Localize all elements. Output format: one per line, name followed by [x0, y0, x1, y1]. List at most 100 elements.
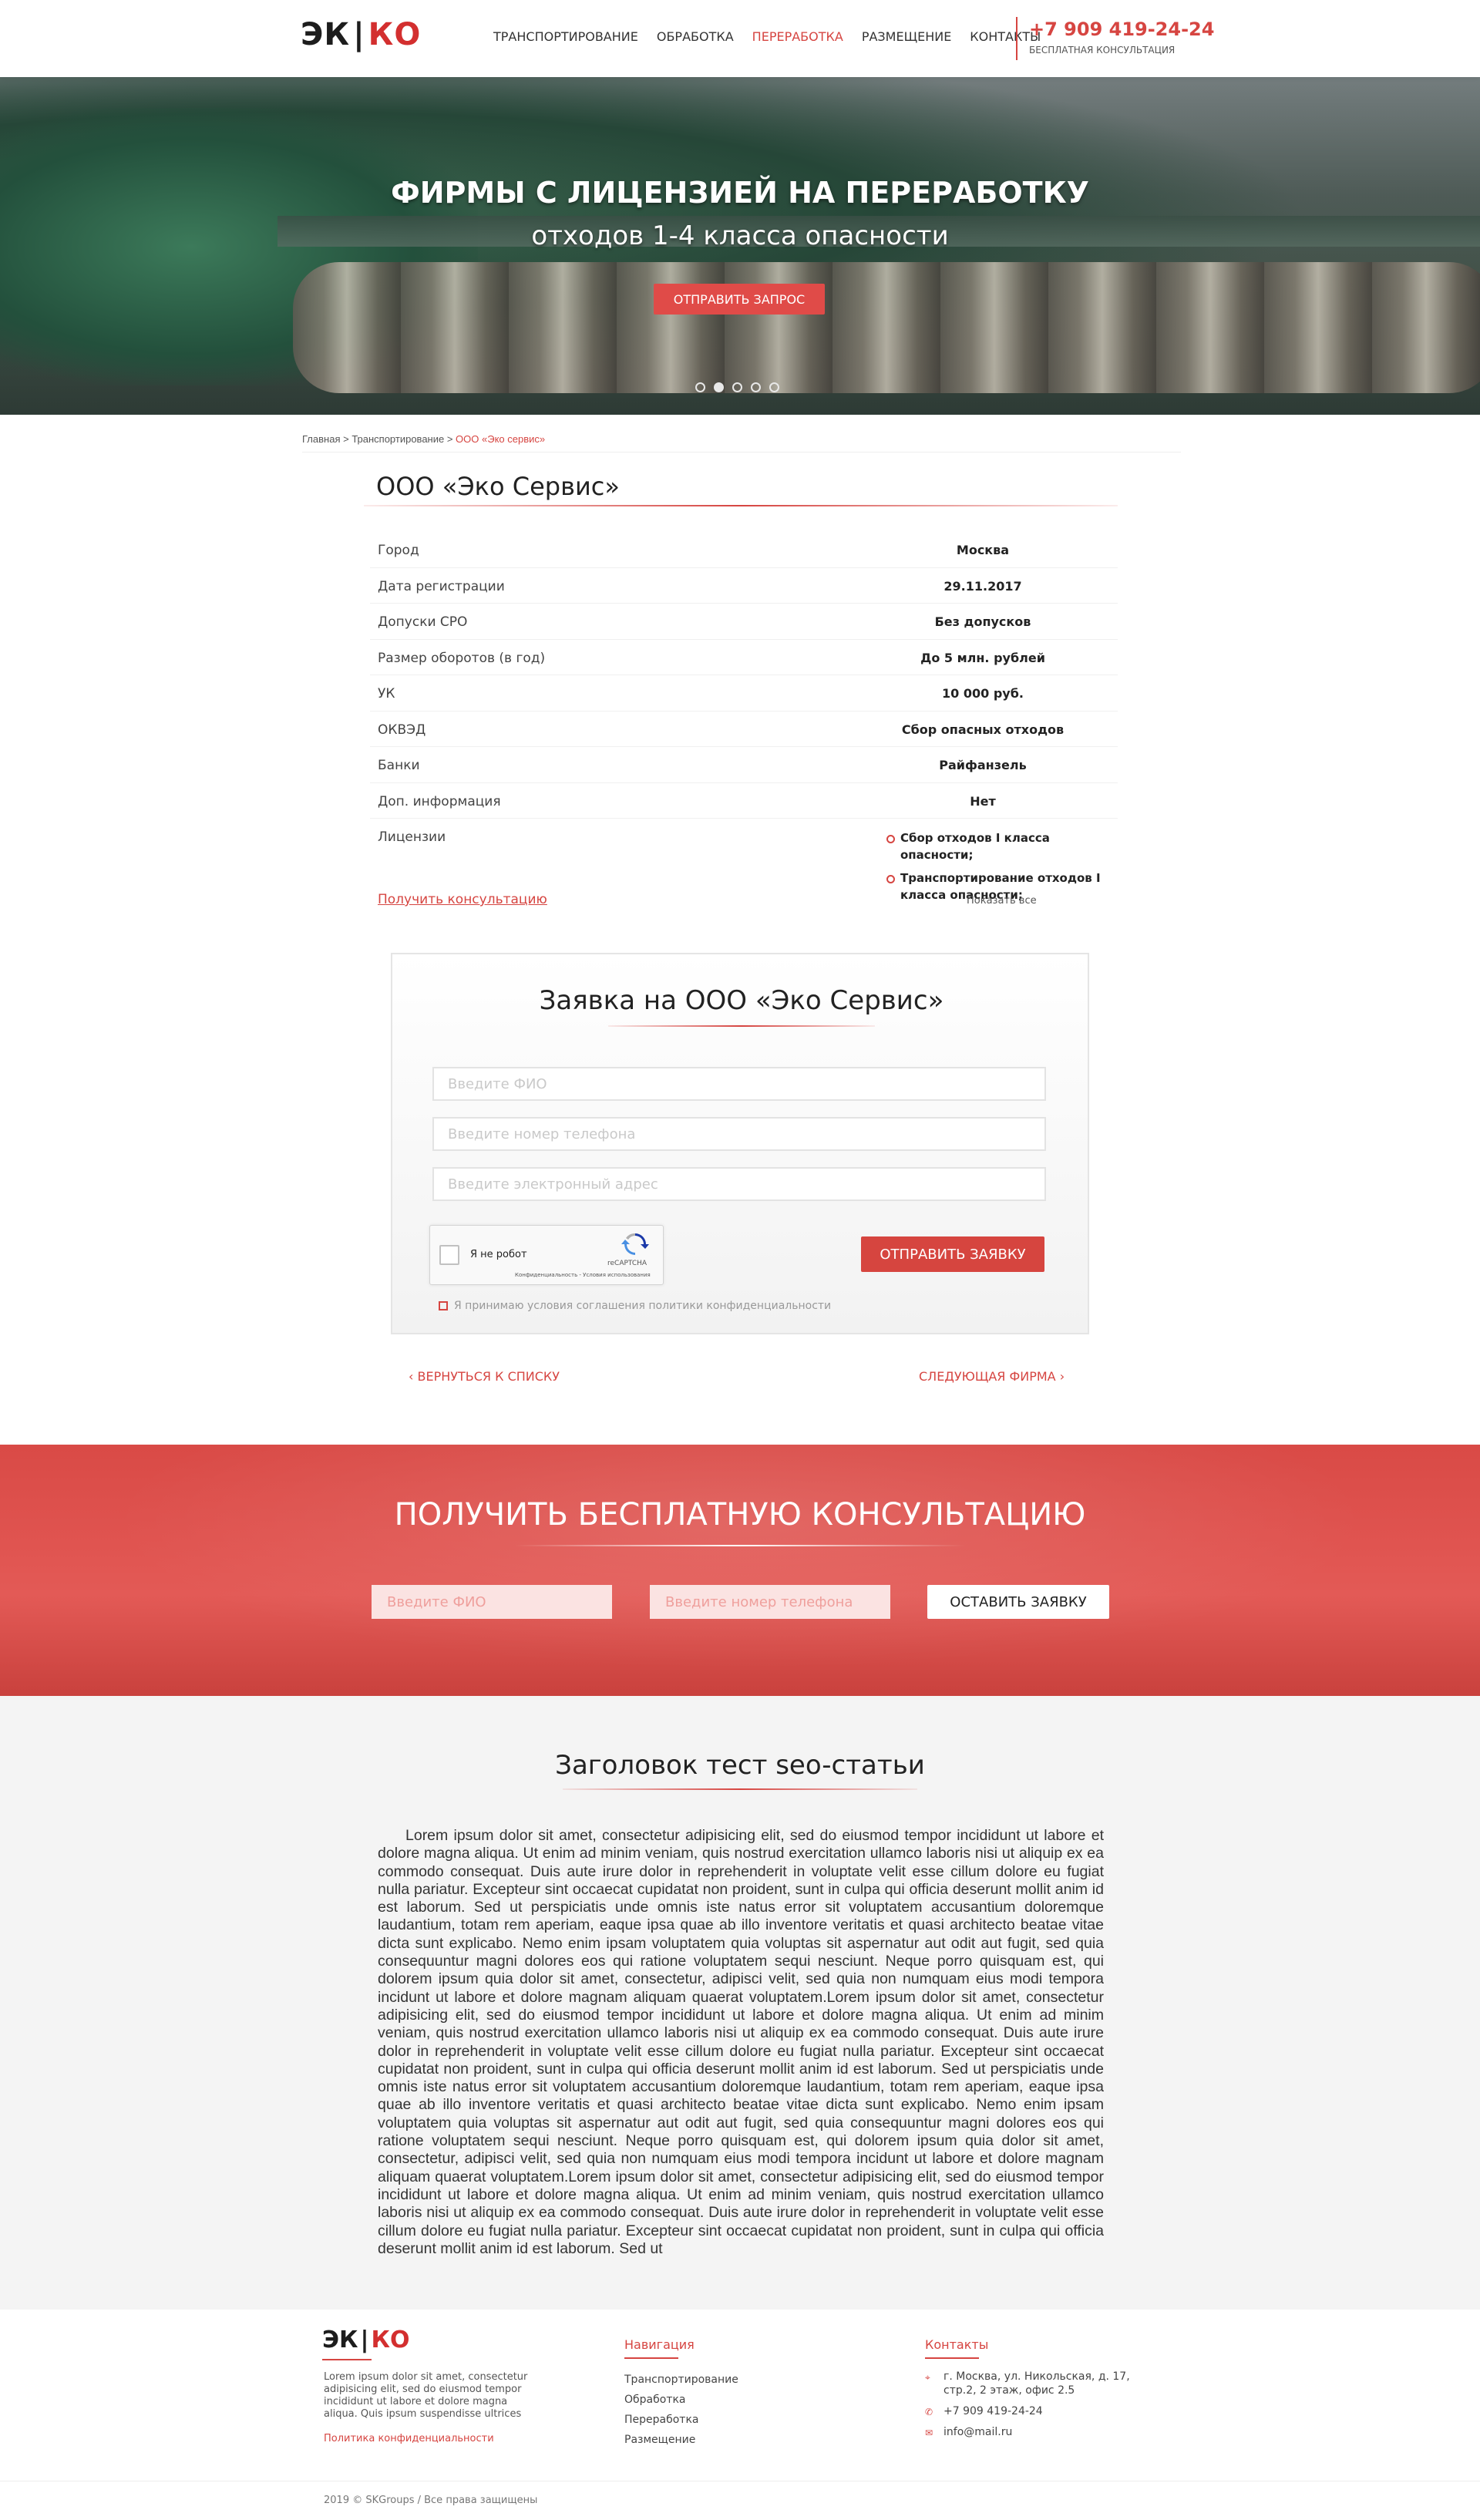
nav-item-transport[interactable]: Транспортирование [493, 29, 638, 44]
breadcrumb: Главная > Транспортирование > ООО «Эко с… [302, 433, 545, 445]
recaptcha-label: Я не робот [470, 1249, 527, 1260]
info-key: Лицензии [378, 829, 446, 845]
title-underline [563, 1788, 917, 1790]
slider-dot-active[interactable] [714, 382, 724, 392]
info-key: Доп. информация [378, 793, 501, 809]
footer-nav-item[interactable]: Транспортирование [624, 2370, 738, 2390]
info-key: Город [378, 543, 419, 558]
logo-right: КО [371, 2327, 410, 2353]
email-text: info@mail.ru [944, 2426, 1013, 2438]
info-row-extra: Доп. информация Нет [370, 783, 1118, 819]
mail-icon: ✉ [925, 2427, 933, 2438]
info-value: 10 000 руб. [942, 686, 1024, 701]
logo-left: ЭК [322, 2327, 358, 2353]
info-value: Нет [970, 793, 996, 809]
info-value: До 5 млн. рублей [920, 650, 1045, 665]
info-key: Банки [378, 758, 420, 773]
divider [302, 452, 1181, 453]
breadcrumb-separator: > [444, 433, 456, 445]
email-input[interactable] [432, 1167, 1046, 1201]
band-glow [0, 1445, 1480, 1696]
name-input[interactable] [432, 1067, 1046, 1101]
info-value: Без допусков [934, 614, 1031, 629]
info-value: Москва [956, 543, 1010, 557]
logo[interactable]: ЭК | КО [301, 17, 421, 52]
info-row-city: Город Москва [370, 532, 1118, 568]
site-footer: ЭК | КО Lorem ipsum dolor sit amet, consec… [0, 2310, 1480, 2520]
hero-subtitle: отходов 1-4 класса опасности [531, 220, 949, 251]
get-consultation-link[interactable]: Получить консультацию [378, 892, 547, 907]
hero-slider: Фирмы с лицензией на переработку отходов… [0, 77, 1480, 415]
info-row-turnover: Размер оборотов (в год) До 5 млн. рублей [370, 640, 1118, 675]
show-all-link[interactable]: Показать все [967, 895, 1037, 907]
consult-name-input[interactable] [372, 1585, 612, 1619]
recaptcha-checkbox[interactable] [439, 1245, 459, 1265]
hero-title: Фирмы с лицензией на переработку [391, 176, 1089, 210]
leave-request-button[interactable]: Оставить заявку [927, 1585, 1109, 1619]
footer-contacts-title: Контакты [925, 2337, 989, 2352]
footer-nav-item[interactable]: Размещение [624, 2430, 738, 2450]
logo-separator: | [353, 17, 365, 52]
phone-input[interactable] [432, 1117, 1046, 1151]
recaptcha-brand: reCAPTCHA [607, 1260, 648, 1267]
submit-request-button[interactable]: Отправить заявку [861, 1236, 1044, 1272]
footer-title-underline [925, 2357, 979, 2359]
checkbox-icon[interactable] [439, 1301, 448, 1310]
footer-address: ⌖ г. Москва, ул. Никольская, д. 17, стр.… [925, 2370, 1156, 2397]
breadcrumb-home[interactable]: Главная [302, 433, 340, 445]
info-row-capital: УК 10 000 руб. [370, 675, 1118, 712]
info-key: Допуски СРО [378, 614, 468, 630]
phone-text: +7 909 419-24-24 [944, 2405, 1043, 2417]
recaptcha-icon [621, 1233, 649, 1255]
back-label: Вернуться к списку [417, 1369, 560, 1384]
nav-item-recycling[interactable]: Переработка [752, 29, 843, 44]
nav-item-processing[interactable]: Обработка [657, 29, 734, 44]
copyright: 2019 © SKGroups / Все права защищены [324, 2495, 538, 2506]
slider-dot[interactable] [732, 382, 742, 392]
slider-dot[interactable] [751, 382, 761, 392]
footer-logo[interactable]: ЭК | КО [322, 2327, 410, 2353]
info-row-banks: Банки Райфанзель [370, 747, 1118, 783]
footer-nav-item[interactable]: Переработка [624, 2410, 738, 2430]
info-value: Райфанзель [939, 758, 1027, 772]
seo-title: Заголовок тест seo-статьи [555, 1750, 925, 1781]
footer-phone[interactable]: ✆ +7 909 419-24-24 [925, 2404, 1156, 2418]
agree-checkbox[interactable]: Я принимаю условия соглашения политики к… [439, 1300, 831, 1312]
location-icon: ⌖ [925, 2372, 930, 2383]
chevron-right-icon: › [1055, 1369, 1065, 1384]
slider-dot[interactable] [695, 382, 705, 392]
privacy-policy-link[interactable]: Политика конфиденциальности [324, 2433, 494, 2444]
license-item: Сбор отходов I класса опасности; [886, 829, 1118, 863]
next-label: Следующая фирма [919, 1369, 1056, 1384]
seo-text: Lorem ipsum dolor sit amet, consectetur … [378, 1827, 1104, 2257]
consult-phone-input[interactable] [650, 1585, 890, 1619]
agree-label: Я принимаю условия соглашения политики к… [454, 1300, 832, 1312]
seo-section: Заголовок тест seo-статьи Lorem ipsum do… [0, 1696, 1480, 2310]
nav-item-placement[interactable]: Размещение [862, 29, 951, 44]
title-underline [364, 505, 1118, 506]
breadcrumb-section[interactable]: Транспортирование [352, 433, 444, 445]
consultation-title: Получить бесплатную консультацию [394, 1497, 1086, 1533]
slider-dots [695, 382, 779, 392]
info-key: ОКВЭД [378, 722, 426, 738]
request-form: Заявка на ООО «Эко Сервис» Я не робот re… [391, 953, 1089, 1334]
site-header: ЭК | КО Транспортирование Обработка Перера… [0, 0, 1480, 77]
logo-right: КО [368, 17, 422, 52]
send-request-button[interactable]: Отправить запрос [654, 284, 825, 315]
footer-title-underline [624, 2357, 678, 2359]
company-info-table: Город Москва Дата регистрации 29.11.2017… [370, 532, 1118, 855]
info-row-sro: Допуски СРО Без допусков [370, 604, 1118, 640]
footer-nav-item[interactable]: Обработка [624, 2390, 738, 2410]
footer-nav-title: Навигация [624, 2337, 695, 2352]
header-phone[interactable]: +7 909 419-24-24 [1029, 19, 1214, 40]
recaptcha-links[interactable]: Конфиденциальность - Условия использован… [515, 1272, 651, 1278]
footer-email[interactable]: ✉ info@mail.ru [925, 2425, 1156, 2439]
footer-logo-underline [322, 2359, 372, 2360]
breadcrumb-separator: > [340, 433, 352, 445]
next-company-link[interactable]: Следующая фирма › [919, 1369, 1065, 1384]
footer-nav: Транспортирование Обработка Переработка … [624, 2370, 738, 2450]
form-title: Заявка на ООО «Эко Сервис» [539, 985, 944, 1016]
header-divider [1016, 17, 1018, 60]
back-to-list-link[interactable]: ‹ Вернуться к списку [409, 1369, 560, 1384]
slider-dot[interactable] [769, 382, 779, 392]
